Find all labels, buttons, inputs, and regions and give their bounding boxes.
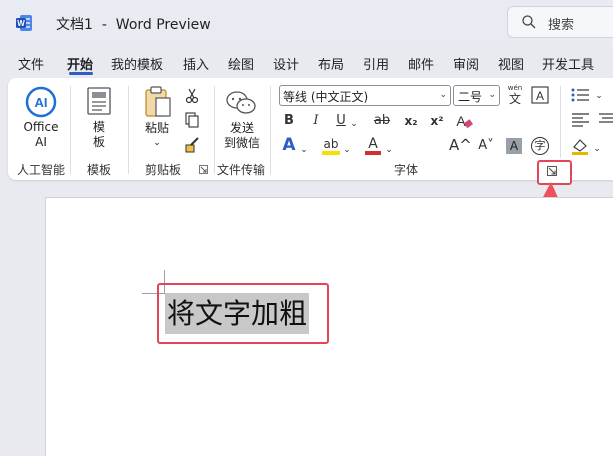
shrink-font-button[interactable]: A˅	[477, 138, 495, 154]
title-bar: W 文档1 - Word Preview 搜索	[0, 0, 613, 46]
office-ai-icon: AI	[25, 86, 57, 118]
character-shading-button[interactable]: A	[506, 138, 522, 154]
chevron-down-icon[interactable]: ⌄	[349, 116, 359, 132]
paste-icon	[145, 86, 171, 117]
chevron-down-icon[interactable]: ⌄	[592, 141, 602, 157]
group-label-file-transfer: 文件传输	[217, 163, 266, 177]
paste-label: 粘贴	[144, 121, 169, 135]
tab-insert[interactable]: 插入	[183, 54, 209, 73]
group-separator	[128, 86, 129, 174]
font-dialog-launcher-icon[interactable]	[547, 166, 557, 176]
template-label-2: 板	[92, 135, 105, 149]
office-ai-label-2: AI	[35, 135, 47, 149]
font-name-select[interactable]: 等线 (中文正文) ⌄	[279, 85, 451, 106]
clear-formatting-icon[interactable]: A	[454, 112, 474, 130]
app-name: Word Preview	[115, 17, 211, 33]
text-effect-button[interactable]: A	[280, 137, 298, 154]
shading-icon[interactable]	[571, 137, 589, 155]
paste-button[interactable]: 粘贴 ⌄	[142, 121, 172, 151]
enclose-character-button[interactable]: 字	[531, 137, 549, 155]
chevron-down-icon[interactable]: ⌄	[299, 142, 309, 158]
office-ai-label-1: Office	[23, 120, 59, 134]
bullets-icon[interactable]	[571, 88, 591, 102]
underline-button[interactable]: U	[334, 113, 348, 129]
send-to-wechat-label-2: 到微信	[223, 136, 260, 150]
font-size-value: 二号	[458, 90, 483, 104]
title-separator: -	[101, 17, 107, 33]
group-separator	[560, 86, 561, 158]
cut-icon[interactable]	[185, 88, 199, 104]
group-label-ai: 人工智能	[17, 163, 66, 177]
phonetic-top: wén	[507, 84, 523, 92]
phonetic-bottom: 文	[508, 92, 521, 106]
tab-mailings[interactable]: 邮件	[408, 54, 434, 73]
tab-draw[interactable]: 绘图	[228, 54, 254, 73]
group-separator	[214, 86, 215, 174]
svg-text:A: A	[456, 113, 466, 129]
document-name: 文档1	[56, 17, 93, 33]
svg-text:A: A	[536, 89, 544, 103]
highlight-button[interactable]: ab	[322, 137, 340, 155]
chevron-down-icon[interactable]: ⌄	[342, 142, 352, 158]
chevron-down-icon: ⌄	[439, 90, 447, 100]
bold-button[interactable]: B	[282, 113, 296, 129]
chevron-down-icon[interactable]: ⌄	[384, 142, 394, 158]
search-label: 搜索	[548, 18, 575, 33]
tab-layout[interactable]: 布局	[318, 54, 344, 73]
chevron-down-icon: ⌄	[488, 90, 496, 100]
character-border-icon[interactable]: A	[531, 86, 549, 104]
tab-home[interactable]: 开始	[67, 54, 93, 73]
font-size-select[interactable]: 二号 ⌄	[453, 85, 500, 106]
svg-text:W: W	[17, 19, 25, 28]
copy-icon[interactable]	[185, 112, 199, 128]
italic-button[interactable]: I	[309, 113, 323, 129]
document-page[interactable]	[45, 197, 613, 456]
tab-my-templates[interactable]: 我的模板	[111, 54, 163, 73]
tab-developer[interactable]: 开发工具	[542, 54, 594, 73]
clipboard-launcher-icon[interactable]	[199, 165, 208, 174]
send-to-wechat-label-1: 发送	[229, 121, 254, 135]
tab-review[interactable]: 审阅	[453, 54, 479, 73]
font-name-value: 等线 (中文正文)	[283, 90, 369, 104]
tab-design[interactable]: 设计	[273, 54, 299, 73]
word-app-icon: W	[16, 15, 32, 31]
chevron-down-icon[interactable]: ⌄	[594, 88, 604, 104]
group-label-template: 模板	[87, 163, 112, 177]
group-label-clipboard: 剪贴板	[145, 163, 182, 177]
group-separator	[70, 86, 71, 174]
document-selected-text[interactable]: 将文字加粗	[165, 293, 310, 334]
active-tab-indicator	[69, 72, 93, 75]
template-button[interactable]: 模 板	[84, 120, 114, 150]
send-to-wechat-button[interactable]: 发送 到微信	[220, 121, 264, 151]
svg-text:AI: AI	[35, 95, 48, 110]
align-left-icon[interactable]	[571, 113, 591, 127]
format-painter-icon[interactable]	[183, 136, 201, 154]
align-center-icon[interactable]	[598, 113, 613, 127]
subscript-button[interactable]: x₂	[402, 113, 420, 129]
tab-references[interactable]: 引用	[363, 54, 389, 73]
office-ai-button[interactable]: Office AI	[20, 120, 62, 150]
group-label-font: 字体	[394, 163, 419, 177]
group-separator	[270, 86, 271, 174]
wechat-icon	[226, 91, 256, 114]
template-label-1: 模	[92, 120, 105, 134]
grow-font-button[interactable]: A^	[449, 137, 472, 153]
search-box[interactable]: 搜索	[507, 6, 613, 38]
search-icon	[522, 15, 536, 29]
window-title: 文档1 - Word Preview	[56, 14, 211, 34]
tab-view[interactable]: 视图	[498, 54, 524, 73]
strikethrough-button[interactable]: ab	[373, 113, 391, 129]
superscript-button[interactable]: x²	[428, 113, 446, 129]
phonetic-guide-button[interactable]: wén 文	[505, 84, 525, 106]
font-color-button[interactable]: A	[365, 137, 381, 155]
template-icon	[87, 87, 111, 115]
tab-file[interactable]: 文件	[18, 54, 44, 73]
paste-dropdown-icon: ⌄	[153, 138, 161, 148]
